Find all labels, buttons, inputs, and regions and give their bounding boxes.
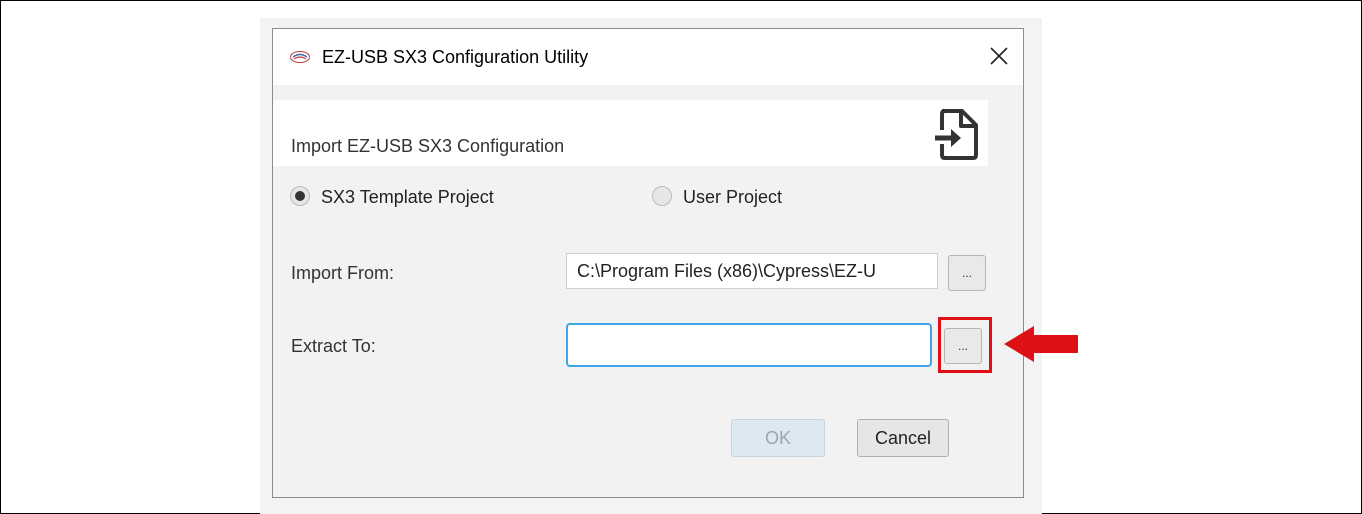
dialog-title: EZ-USB SX3 Configuration Utility [322, 47, 589, 67]
radio-button-selected[interactable] [290, 186, 310, 206]
extract-to-input[interactable] [566, 323, 932, 367]
import-from-input[interactable]: C:\Program Files (x86)\Cypress\EZ-U [566, 253, 938, 289]
import-configuration-dialog: EZ-USB SX3 Configuration Utility Import … [272, 28, 1024, 498]
close-icon [990, 47, 1008, 65]
title-bar: EZ-USB SX3 Configuration Utility [273, 29, 1023, 85]
cancel-button[interactable]: Cancel [857, 419, 949, 457]
import-from-label: Import From: [291, 263, 395, 283]
ok-button[interactable]: OK [731, 419, 825, 457]
file-import-icon [935, 109, 978, 160]
cypress-logo-icon [290, 51, 310, 63]
radio-button-unselected[interactable] [652, 186, 672, 206]
highlight-box [938, 317, 992, 373]
radio-template-label: SX3 Template Project [321, 187, 494, 207]
header-text: Import EZ-USB SX3 Configuration [291, 136, 565, 156]
import-from-browse-button[interactable]: ... [948, 255, 986, 291]
close-button[interactable] [975, 29, 1023, 85]
header-panel: Import EZ-USB SX3 Configuration [273, 100, 988, 166]
radio-user-label: User Project [683, 187, 783, 207]
extract-to-label: Extract To: [291, 336, 376, 356]
red-arrow-left-icon [1004, 326, 1078, 362]
